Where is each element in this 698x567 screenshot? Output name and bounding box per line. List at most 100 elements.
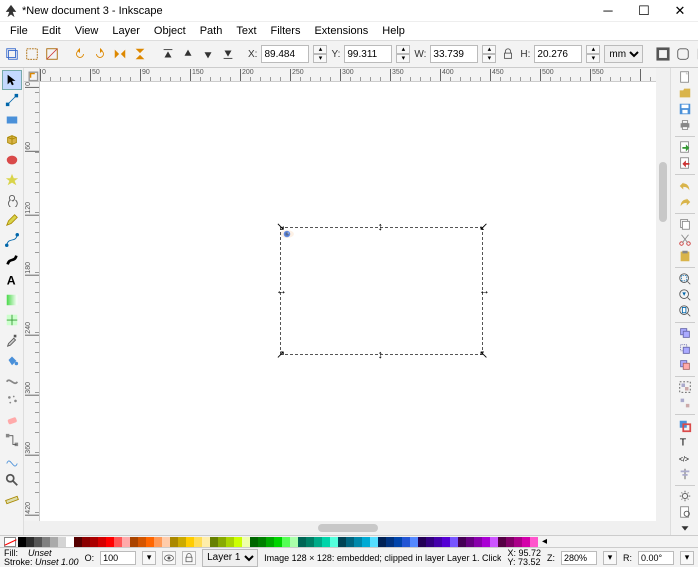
canvas[interactable]: ↘↕↙↔↔↗↕↖ bbox=[40, 82, 656, 521]
3dbox-tool[interactable] bbox=[2, 130, 22, 150]
opacity-spinner[interactable]: ▾ bbox=[142, 551, 156, 565]
menu-view[interactable]: View bbox=[69, 23, 105, 39]
y-spinner[interactable]: ▴▾ bbox=[396, 45, 410, 63]
swatch[interactable] bbox=[474, 537, 482, 547]
swatch[interactable] bbox=[466, 537, 474, 547]
selection-handle-se[interactable]: ↖ bbox=[479, 351, 487, 359]
swatch[interactable] bbox=[522, 537, 530, 547]
text-tool[interactable]: A bbox=[2, 270, 22, 290]
import-icon[interactable] bbox=[675, 140, 695, 154]
maximize-button[interactable]: ☐ bbox=[626, 0, 662, 22]
swatch[interactable] bbox=[442, 537, 450, 547]
swatch[interactable] bbox=[354, 537, 362, 547]
connector-tool[interactable] bbox=[2, 430, 22, 450]
bucket-tool[interactable] bbox=[2, 350, 22, 370]
select-all-layers-icon[interactable] bbox=[4, 45, 20, 63]
rect-tool[interactable] bbox=[2, 110, 22, 130]
ruler-horizontal[interactable]: 05090150200250300350400450500550 bbox=[40, 68, 656, 82]
swatch[interactable] bbox=[266, 537, 274, 547]
swatch[interactable] bbox=[410, 537, 418, 547]
w-spinner[interactable]: ▴▾ bbox=[482, 45, 496, 63]
deselect-icon[interactable] bbox=[44, 45, 60, 63]
minimize-button[interactable]: ─ bbox=[590, 0, 626, 22]
group-icon[interactable] bbox=[675, 380, 695, 394]
zoom-selection-icon[interactable] bbox=[675, 272, 695, 286]
swatch[interactable] bbox=[162, 537, 170, 547]
selection-handle-sw[interactable]: ↗ bbox=[276, 351, 284, 359]
selection-handle-e[interactable]: ↔ bbox=[479, 287, 487, 295]
swatch[interactable] bbox=[298, 537, 306, 547]
swatch[interactable] bbox=[250, 537, 258, 547]
h-input[interactable] bbox=[534, 45, 582, 63]
eraser-tool[interactable] bbox=[2, 410, 22, 430]
swatch[interactable] bbox=[370, 537, 378, 547]
fill-stroke-icon[interactable] bbox=[675, 419, 695, 433]
zoom-input[interactable] bbox=[561, 551, 597, 565]
swatch[interactable] bbox=[34, 537, 42, 547]
raise-top-icon[interactable] bbox=[160, 45, 176, 63]
swatch[interactable] bbox=[154, 537, 162, 547]
rotation-spinner[interactable]: ▾ bbox=[680, 551, 694, 565]
swatch[interactable] bbox=[418, 537, 426, 547]
swatch[interactable] bbox=[146, 537, 154, 547]
close-button[interactable]: ✕ bbox=[662, 0, 698, 22]
ellipse-tool[interactable] bbox=[2, 150, 22, 170]
bezier-tool[interactable] bbox=[2, 230, 22, 250]
spray-tool[interactable] bbox=[2, 390, 22, 410]
lower-icon[interactable] bbox=[200, 45, 216, 63]
h-spinner[interactable]: ▴▾ bbox=[586, 45, 600, 63]
swatch[interactable] bbox=[18, 537, 26, 547]
units-select[interactable]: mm bbox=[604, 45, 643, 63]
spiral-tool[interactable] bbox=[2, 190, 22, 210]
swatch[interactable] bbox=[82, 537, 90, 547]
swatch[interactable] bbox=[74, 537, 82, 547]
flip-h-icon[interactable] bbox=[112, 45, 128, 63]
export-icon[interactable] bbox=[675, 156, 695, 170]
lpe-tool[interactable] bbox=[2, 450, 22, 470]
pencil-tool[interactable] bbox=[2, 210, 22, 230]
select-all-icon[interactable] bbox=[24, 45, 40, 63]
swatch[interactable] bbox=[450, 537, 458, 547]
menu-extensions[interactable]: Extensions bbox=[308, 23, 374, 39]
menu-file[interactable]: File bbox=[4, 23, 34, 39]
swatch[interactable] bbox=[402, 537, 410, 547]
swatch[interactable] bbox=[130, 537, 138, 547]
stroke-value[interactable]: Unset 1.00 bbox=[35, 557, 79, 567]
scale-stroke-icon[interactable] bbox=[655, 45, 671, 63]
swatch[interactable] bbox=[362, 537, 370, 547]
selector-tool[interactable] bbox=[2, 70, 22, 90]
swatch[interactable] bbox=[42, 537, 50, 547]
no-color-swatch[interactable] bbox=[4, 537, 16, 547]
prefs-icon[interactable] bbox=[675, 489, 695, 503]
menu-edit[interactable]: Edit bbox=[36, 23, 67, 39]
zoom-page-icon[interactable] bbox=[675, 304, 695, 318]
swatch[interactable] bbox=[234, 537, 242, 547]
x-input[interactable] bbox=[261, 45, 309, 63]
redo-icon[interactable] bbox=[675, 195, 695, 209]
swatch[interactable] bbox=[66, 537, 74, 547]
swatch[interactable] bbox=[306, 537, 314, 547]
swatch[interactable] bbox=[426, 537, 434, 547]
swatch[interactable] bbox=[274, 537, 282, 547]
swatch[interactable] bbox=[514, 537, 522, 547]
swatch[interactable] bbox=[178, 537, 186, 547]
layer-select[interactable]: Layer 1 bbox=[202, 549, 258, 567]
swatch[interactable] bbox=[90, 537, 98, 547]
swatch[interactable] bbox=[314, 537, 322, 547]
swatch[interactable] bbox=[202, 537, 210, 547]
opacity-input[interactable] bbox=[100, 551, 136, 565]
dropper-tool[interactable] bbox=[2, 330, 22, 350]
menu-text[interactable]: Text bbox=[230, 23, 262, 39]
swatch[interactable] bbox=[498, 537, 506, 547]
swatch[interactable] bbox=[210, 537, 218, 547]
ruler-vertical[interactable]: 060120180240300360420 bbox=[24, 82, 40, 521]
swatch[interactable] bbox=[458, 537, 466, 547]
print-icon[interactable] bbox=[675, 118, 695, 132]
swatch[interactable] bbox=[242, 537, 250, 547]
swatch[interactable] bbox=[338, 537, 346, 547]
scrollbar-horizontal[interactable] bbox=[40, 521, 656, 535]
star-tool[interactable] bbox=[2, 170, 22, 190]
calligraphy-tool[interactable] bbox=[2, 250, 22, 270]
gradient-tool[interactable] bbox=[2, 290, 22, 310]
duplicate-icon[interactable] bbox=[675, 326, 695, 340]
